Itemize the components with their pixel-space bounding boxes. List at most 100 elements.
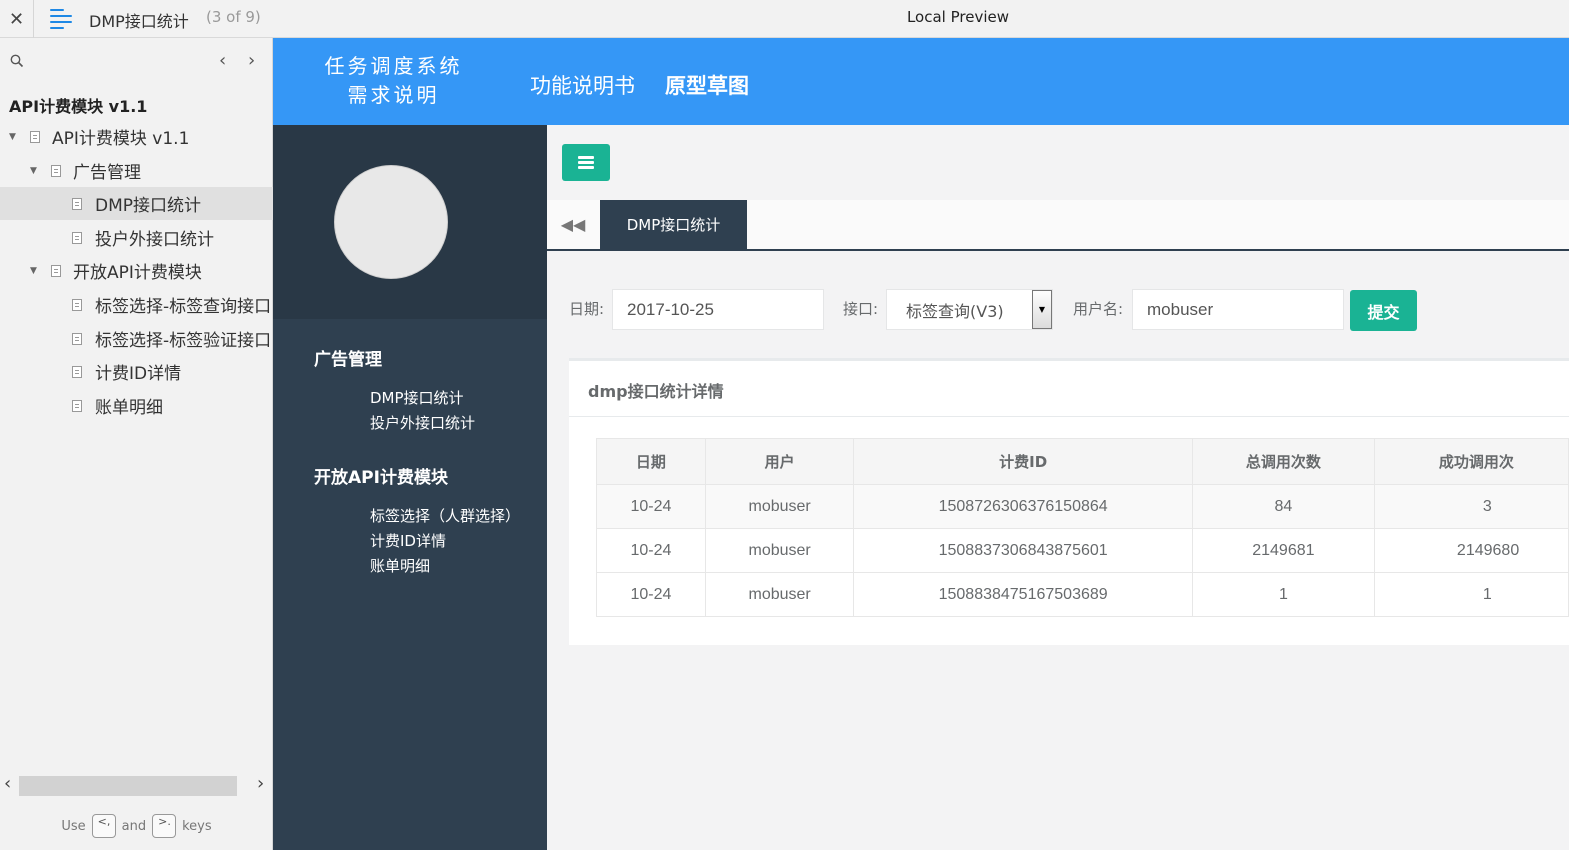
page-icon [72, 298, 82, 311]
username-label: 用户名: [1073, 300, 1124, 318]
submit-button[interactable]: 提交 [1350, 290, 1417, 331]
nav-item-tag-selection[interactable]: 标签选择（人群选择） [370, 505, 520, 526]
sitemap-tree-item[interactable]: ▼ API计费模块 v1.1 [0, 120, 273, 153]
table-cell: 10-24 [596, 484, 706, 529]
next-page-icon[interactable]: › [248, 50, 255, 71]
key-prev-icon: <, [91, 814, 116, 838]
sitemap-tree-item[interactable]: 账单明细 [0, 389, 273, 422]
api-label: 接口: [843, 300, 879, 318]
previous-page-icon[interactable]: ‹ [219, 50, 226, 71]
table-cell: 1 [1191, 572, 1375, 617]
username-input[interactable]: mobuser [1132, 289, 1344, 330]
key-next-icon: >. [152, 814, 177, 838]
table-row[interactable]: 10-24 mobuser 1508838475167503689 1 1 [596, 572, 1569, 617]
table-cell: 10-24 [596, 572, 706, 617]
table-cell: 84 [1191, 484, 1375, 529]
sitemap-tree-label: 开放API计费模块 [73, 263, 202, 283]
table-cell: 1 [1373, 572, 1569, 617]
hint-and-text: and [121, 818, 147, 834]
sitemap-tree-label: DMP接口统计 [95, 196, 202, 216]
project-title: API计费模块 v1.1 [9, 97, 148, 116]
sitemap-tree-label: 投户外接口统计 [95, 230, 214, 250]
sitemap-panel: ‹ › API计费模块 v1.1 ▼ API计费模块 v1.1 ▼ 广告管理 DMP接口… [0, 38, 273, 850]
nav-prototype-link[interactable]: 原型草图 [665, 70, 749, 100]
nav-item-outdoor-stats[interactable]: 投户外接口统计 [370, 412, 475, 433]
logo-line-2: 需求说明 [347, 83, 440, 107]
date-label: 日期: [569, 300, 605, 318]
page-icon [30, 130, 40, 143]
scroll-right-icon[interactable]: › [257, 773, 264, 794]
filter-form: 日期: 2017-10-25 接口: 标签查询(V3) ▼ 用户名: mobus… [547, 275, 1569, 335]
panel-title: dmp接口统计详情 [588, 382, 724, 401]
hint-keys-text: keys [182, 818, 212, 834]
tab-bar: ◀◀ DMP接口统计 [547, 200, 1569, 251]
nav-item-bill-detail[interactable]: 账单明细 [370, 555, 430, 576]
sitemap-tree-label: 计费ID详情 [95, 364, 182, 384]
page-icon [72, 197, 82, 210]
nav-group-ad-management[interactable]: 广告管理 [314, 345, 382, 370]
date-input[interactable]: 2017-10-25 [612, 289, 824, 330]
side-navigation: 广告管理 DMP接口统计 投户外接口统计 开放API计费模块 标签选择（人群选择… [273, 125, 547, 850]
page-icon [72, 365, 82, 378]
scroll-left-icon[interactable]: ‹ [4, 773, 11, 794]
table-cell: 3 [1373, 484, 1569, 529]
column-header[interactable]: 用户 [704, 438, 855, 485]
sitemap-tree-item[interactable]: ▼ 开放API计费模块 [0, 254, 273, 287]
api-select[interactable]: 标签查询(V3) ▼ [886, 289, 1053, 330]
table-cell: 1508837306843875601 [853, 528, 1193, 573]
column-header[interactable]: 日期 [596, 438, 706, 485]
sitemap-tree-label: 账单明细 [95, 398, 163, 418]
page-icon [72, 332, 82, 345]
horizontal-scrollbar[interactable]: ‹ › [0, 773, 273, 797]
nav-item-dmp-stats[interactable]: DMP接口统计 [370, 387, 464, 408]
table-row[interactable]: 10-24 mobuser 1508726306376150864 84 3 [596, 484, 1569, 529]
column-header[interactable]: 总调用次数 [1191, 438, 1375, 485]
sitemap-tree-item[interactable]: 计费ID详情 [0, 355, 273, 388]
nav-group-open-api[interactable]: 开放API计费模块 [314, 463, 448, 488]
table-header-row: 日期 用户 计费ID 总调用次数 成功调用次 [596, 438, 1569, 485]
nav-item-billing-id[interactable]: 计费ID详情 [370, 530, 446, 551]
tab-dmp-stats[interactable]: DMP接口统计 [600, 200, 747, 249]
caret-down-icon[interactable]: ▼ [9, 132, 16, 142]
sitemap-tree-item[interactable]: 投户外接口统计 [0, 221, 273, 254]
column-header[interactable]: 成功调用次 [1373, 438, 1569, 485]
search-icon[interactable] [10, 54, 24, 68]
table-cell: 2149681 [1191, 528, 1375, 573]
menu-toggle-button[interactable] [562, 144, 610, 181]
page-icon [72, 399, 82, 412]
logo-line-1: 任务调度系统 [324, 54, 463, 78]
sitemap-tree-label: 广告管理 [73, 163, 141, 183]
sitemap-tree-item[interactable]: 标签选择-标签验证接口 [0, 322, 273, 355]
sitemap-tree-item[interactable]: DMP接口统计 [0, 187, 273, 220]
preview-label: Local Preview [906, 8, 1010, 26]
scrollbar-thumb[interactable] [19, 776, 237, 796]
api-select-value: 标签查询(V3) [906, 301, 1004, 321]
panel-divider [569, 416, 1569, 417]
sitemap-tree-label: API计费模块 v1.1 [52, 129, 190, 149]
top-bar: ✕ DMP接口统计 (3 of 9) Local Preview [0, 0, 1569, 38]
app-header: 任务调度系统 需求说明 功能说明书 原型草图 [273, 38, 1569, 125]
sitemap-tree-item[interactable]: ▼ 广告管理 [0, 154, 273, 187]
caret-down-icon[interactable]: ▼ [30, 166, 37, 176]
table-cell: mobuser [704, 572, 855, 617]
table-cell: mobuser [704, 484, 855, 529]
caret-down-icon[interactable]: ▼ [30, 266, 37, 276]
table-cell: 1508726306376150864 [853, 484, 1193, 529]
nav-spec-link[interactable]: 功能说明书 [530, 70, 635, 100]
column-header[interactable]: 计费ID [853, 438, 1193, 485]
keyboard-hint: Use <, and >. keys [0, 814, 273, 838]
chevron-down-icon[interactable]: ▼ [1032, 290, 1052, 329]
sitemap-tree-label: 标签选择-标签验证接口 [95, 331, 272, 351]
stats-table: 日期 用户 计费ID 总调用次数 成功调用次 10-24 mobuser 150… [596, 438, 1569, 617]
hint-use-text: Use [61, 818, 86, 834]
system-logo: 任务调度系统 需求说明 [316, 52, 471, 110]
avatar[interactable] [334, 165, 448, 279]
page-icon [51, 164, 61, 177]
double-left-arrow-icon[interactable]: ◀◀ [547, 200, 599, 249]
main-content: ◀◀ DMP接口统计 日期: 2017-10-25 接口: 标签查询(V3) ▼… [547, 125, 1569, 850]
sitemap-tree-item[interactable]: 标签选择-标签查询接口 [0, 288, 273, 321]
table-cell: 2149680 [1373, 528, 1569, 573]
table-cell: mobuser [704, 528, 855, 573]
page-icon [51, 264, 61, 277]
table-row[interactable]: 10-24 mobuser 1508837306843875601 214968… [596, 528, 1569, 573]
